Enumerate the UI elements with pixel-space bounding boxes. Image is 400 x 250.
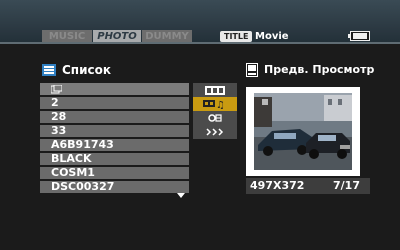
preview-frame bbox=[246, 87, 360, 176]
image-resolution: 497X372 bbox=[250, 179, 305, 192]
list-item[interactable]: 33 bbox=[40, 125, 189, 137]
preview-heading: Предв. Просмотр bbox=[264, 63, 375, 76]
battery-icon bbox=[348, 31, 370, 41]
list-heading: Список bbox=[62, 63, 112, 77]
list-item[interactable]: 28 bbox=[40, 111, 189, 123]
next-button[interactable] bbox=[193, 125, 237, 139]
list-item[interactable]: DSC00327 bbox=[40, 181, 189, 193]
header-band: MUSIC PHOTO DUMMY TITLE Movie bbox=[0, 0, 400, 44]
tab-dummy[interactable]: DUMMY bbox=[142, 30, 192, 44]
list-item-parent-folder[interactable] bbox=[40, 83, 189, 95]
folder-up-icon bbox=[51, 85, 62, 94]
list-item[interactable]: BLACK bbox=[40, 153, 189, 165]
svg-text:♫: ♫ bbox=[216, 100, 225, 109]
music-photo-icon: ♫ bbox=[203, 100, 225, 109]
preview-icon bbox=[246, 63, 258, 77]
scroll-down-arrow-icon[interactable] bbox=[177, 193, 185, 198]
preview-image bbox=[254, 93, 352, 170]
list-item[interactable]: A6B91743 bbox=[40, 139, 189, 151]
list-item[interactable]: 2 bbox=[40, 97, 189, 109]
tab-photo[interactable]: PHOTO bbox=[93, 30, 141, 44]
music-photo-button[interactable]: ♫ bbox=[193, 97, 237, 111]
filmstrip-button[interactable] bbox=[193, 83, 237, 97]
file-list: 2 28 33 A6B91743 BLACK COSM1 DSC00327 bbox=[40, 83, 189, 195]
tab-music[interactable]: MUSIC bbox=[42, 30, 92, 44]
list-item[interactable]: COSM1 bbox=[40, 167, 189, 179]
preview-info-bar: 497X372 7/17 bbox=[246, 178, 370, 194]
settings-icon bbox=[208, 114, 222, 122]
list-icon bbox=[42, 64, 56, 76]
settings-button[interactable] bbox=[193, 111, 237, 125]
filmstrip-icon bbox=[205, 85, 225, 95]
next-arrows-icon bbox=[206, 128, 224, 136]
title-badge: TITLE bbox=[220, 31, 253, 42]
mode-label: Movie bbox=[255, 31, 289, 42]
media-browser-screen: MUSIC PHOTO DUMMY TITLE Movie Список Пре… bbox=[0, 0, 400, 250]
image-counter: 7/17 bbox=[333, 179, 360, 192]
